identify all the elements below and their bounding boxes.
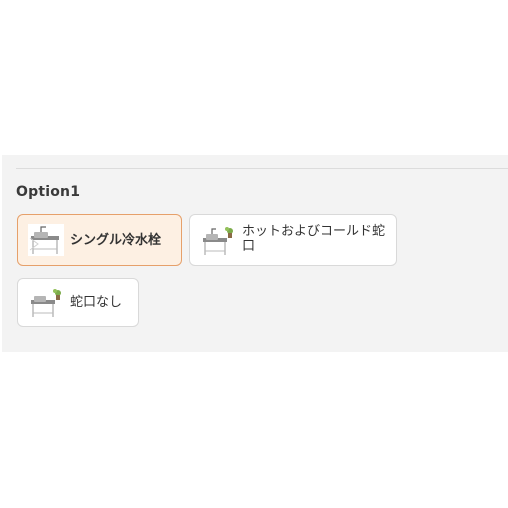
sink-no-faucet-icon [28,287,64,319]
option-label: シングル冷水栓 [70,233,162,248]
option-label: ホットおよびコールド蛇口 [242,224,386,254]
option-single-cold-faucet[interactable]: シングル冷水栓 [17,214,182,266]
sink-hot-cold-faucet-icon [200,225,236,257]
divider [16,168,508,169]
option-no-faucet[interactable]: 蛇口なし [17,278,139,327]
option-title: Option1 [16,184,81,200]
option-panel: Option1 シングル冷水栓 ホットおよびコールド蛇口 蛇口なし [2,155,508,352]
option-hot-cold-faucet[interactable]: ホットおよびコールド蛇口 [189,214,397,266]
sink-single-faucet-icon [28,224,64,256]
option-label: 蛇口なし [70,295,123,310]
